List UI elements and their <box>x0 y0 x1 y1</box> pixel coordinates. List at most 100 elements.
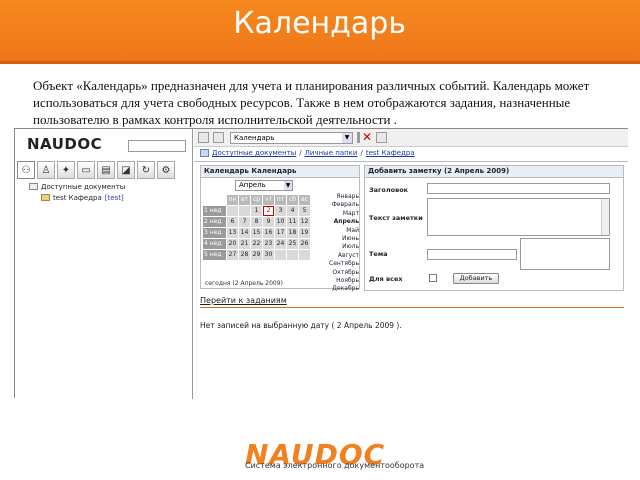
calendar-day[interactable]: 27 <box>227 250 238 260</box>
section-separator <box>200 307 624 308</box>
calendar-day <box>275 250 286 260</box>
note-text-area[interactable] <box>427 198 610 236</box>
month-link[interactable]: Апрель <box>323 218 359 226</box>
view-select[interactable]: Календарь ▼ <box>230 132 353 144</box>
calendar-grid: пн вт ср чт пт сб вс 1 нед 1 2 3 4 5 2 нед 6 7 8 9 10 11 12 3… <box>203 195 310 261</box>
slide-header: Календарь <box>0 0 640 64</box>
bookmark-icon[interactable]: ◪ <box>117 161 135 179</box>
month-select[interactable]: Апрель ▼ <box>235 180 293 191</box>
view-select-value: Календарь <box>234 134 275 142</box>
breadcrumb-item[interactable]: Личные папки <box>305 149 358 157</box>
chevron-down-icon: ▼ <box>284 181 292 190</box>
breadcrumb-item[interactable]: Доступные документы <box>212 149 296 157</box>
calendar-day[interactable]: 11 <box>287 217 298 227</box>
calendar-day[interactable]: 9 <box>263 217 274 227</box>
calendar-day[interactable]: 1 <box>251 206 262 216</box>
breadcrumb-item[interactable]: test Кафедра <box>366 149 415 157</box>
folder-icon[interactable]: ▭ <box>77 161 95 179</box>
no-records-text: Нет записей на выбранную дату ( 2 Апрель… <box>200 321 402 330</box>
month-link[interactable]: Январь <box>323 193 359 201</box>
month-link[interactable]: Сентябрь <box>323 260 359 268</box>
calendar-day[interactable]: 12 <box>299 217 310 227</box>
calendar-day[interactable]: 8 <box>251 217 262 227</box>
search-input[interactable] <box>128 140 186 152</box>
heading-input[interactable] <box>427 183 610 194</box>
calendar-day[interactable]: 7 <box>239 217 250 227</box>
month-link[interactable]: Май <box>323 227 359 235</box>
calendar-day[interactable]: 29 <box>251 250 262 260</box>
calendar-day <box>239 206 250 216</box>
calendar-day[interactable]: 15 <box>251 228 262 238</box>
weekday-header: чт <box>263 195 274 205</box>
person-icon[interactable]: ♙ <box>37 161 55 179</box>
calendar-day-today[interactable]: 2 <box>263 206 274 216</box>
week-label[interactable]: 5 нед <box>203 250 226 260</box>
tree-node-root[interactable]: Доступные документы <box>29 181 125 192</box>
calendar-day[interactable]: 6 <box>227 217 238 227</box>
forward-icon[interactable] <box>213 132 224 143</box>
calendar-day[interactable]: 23 <box>263 239 274 249</box>
calendar-day[interactable]: 14 <box>239 228 250 238</box>
calendar-day[interactable]: 26 <box>299 239 310 249</box>
calendar-day[interactable]: 28 <box>239 250 250 260</box>
week-label[interactable]: 3 нед <box>203 228 226 238</box>
calendar-day[interactable]: 30 <box>263 250 274 260</box>
back-icon[interactable] <box>198 132 209 143</box>
months-list: Январь Февраль Март Апрель Май Июнь Июль Август… <box>323 193 359 294</box>
month-link[interactable]: Ноябрь <box>323 277 359 285</box>
add-button[interactable]: Добавить <box>453 273 499 284</box>
right-pane: Календарь ▼ ✕ Доступные документы / Личн… <box>194 129 628 399</box>
calendar-day[interactable]: 13 <box>227 228 238 238</box>
tree-root-label: Доступные документы <box>41 182 126 191</box>
calendar-day[interactable]: 19 <box>299 228 310 238</box>
calendar-day[interactable]: 22 <box>251 239 262 249</box>
calendar-panel: Календарь Календарь Апрель ▼ пн вт ср чт пт с… <box>200 165 360 292</box>
footer-subtitle: Система электронного документооборота <box>245 461 425 470</box>
theme-list[interactable] <box>520 238 610 270</box>
workflow-icon[interactable]: ✦ <box>57 161 75 179</box>
weekday-header: сб <box>287 195 298 205</box>
header-rule <box>0 61 640 64</box>
week-label[interactable]: 4 нед <box>203 239 226 249</box>
tree-icon[interactable]: ⚇ <box>17 161 35 179</box>
month-link[interactable]: Август <box>323 252 359 260</box>
calendar-week-row: 3 нед 13 14 15 16 17 18 19 <box>203 228 310 238</box>
calendar-day[interactable]: 3 <box>275 206 286 216</box>
add-note-panel: Добавить заметку (2 Апрель 2009) Заголов… <box>364 165 624 291</box>
month-link[interactable]: Октябрь <box>323 269 360 277</box>
add-note-title: Добавить заметку (2 Апрель 2009) <box>365 166 623 178</box>
month-link[interactable]: Июнь <box>323 235 359 243</box>
settings-icon[interactable]: ⚙ <box>157 161 175 179</box>
print-icon[interactable] <box>376 132 387 143</box>
month-link[interactable]: Февраль <box>323 201 359 209</box>
week-label[interactable]: 2 нед <box>203 217 226 227</box>
divider <box>194 161 628 162</box>
slide-title: Календарь <box>233 6 406 41</box>
scrollbar[interactable] <box>601 199 609 235</box>
refresh-icon[interactable]: ↻ <box>137 161 155 179</box>
calendar-day[interactable]: 16 <box>263 228 274 238</box>
calendar-day[interactable]: 21 <box>239 239 250 249</box>
calendar-day[interactable]: 10 <box>275 217 286 227</box>
note-text-label: Текст заметки <box>369 214 423 222</box>
month-link[interactable]: Июль <box>323 243 359 251</box>
month-link[interactable]: Март <box>323 210 359 218</box>
calendar-day[interactable]: 18 <box>287 228 298 238</box>
folder-icon <box>29 183 38 190</box>
goto-tasks-link[interactable]: Перейти к заданиям <box>200 296 287 305</box>
close-icon[interactable]: ✕ <box>362 130 372 144</box>
calendar-day[interactable]: 17 <box>275 228 286 238</box>
calendar-day[interactable]: 24 <box>275 239 286 249</box>
today-label[interactable]: сегодня (2 Апрель 2009) <box>205 280 283 287</box>
documents-icon[interactable]: ▤ <box>97 161 115 179</box>
calendar-day[interactable]: 5 <box>299 206 310 216</box>
calendar-day[interactable]: 20 <box>227 239 238 249</box>
calendar-day[interactable]: 25 <box>287 239 298 249</box>
week-label[interactable]: 1 нед <box>203 206 226 216</box>
for-all-checkbox[interactable] <box>429 274 437 282</box>
month-link[interactable]: Декабрь <box>323 285 359 293</box>
description-text: Объект «Календарь» предназначен для учет… <box>33 78 590 127</box>
calendar-day[interactable]: 4 <box>287 206 298 216</box>
tree-node-child[interactable]: test Кафедра [test] <box>29 192 125 203</box>
theme-input[interactable] <box>427 249 517 260</box>
